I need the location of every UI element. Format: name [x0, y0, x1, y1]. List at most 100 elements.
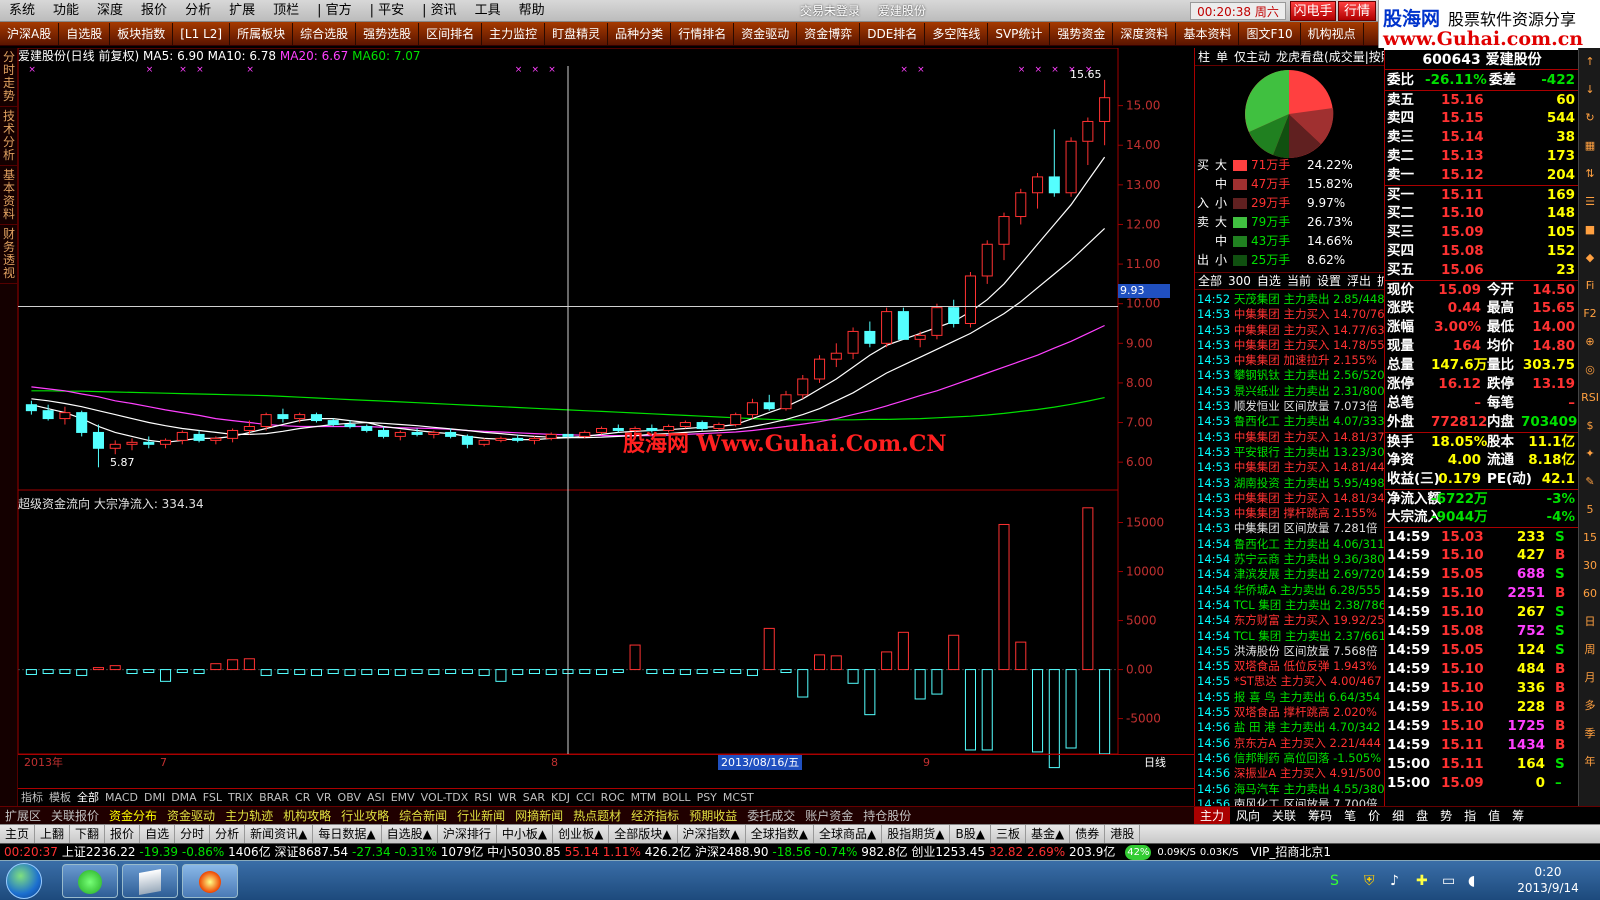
alert-row[interactable]: 14:55 双塔食品 低位反弹 1.943%: [1197, 659, 1385, 674]
flow-bar[interactable]: [193, 669, 205, 674]
menu-item[interactable]: 功能: [44, 0, 88, 22]
indicator-tab[interactable]: CR: [292, 789, 313, 807]
tray-network-icon[interactable]: ▭: [1442, 873, 1455, 889]
panel-tab[interactable]: 主力: [1194, 806, 1231, 825]
tool-icon[interactable]: ■: [1579, 216, 1600, 244]
indicator-tab[interactable]: FSL: [200, 789, 225, 807]
toolbar-button[interactable]: 深度资料: [1113, 22, 1177, 45]
flow-bar[interactable]: [59, 669, 71, 674]
panel-tab[interactable]: 笔: [1338, 807, 1362, 825]
news-filter-tab[interactable]: 全部: [1195, 272, 1225, 290]
status-zx[interactable]: 中小5030.85: [487, 844, 561, 861]
flow-bar[interactable]: [981, 669, 993, 751]
flow-bar[interactable]: [763, 627, 775, 671]
toolbar-button[interactable]: 品种分类: [608, 22, 672, 45]
alert-row[interactable]: 14:55 双塔食品 撑杆跳高 2.020%: [1197, 705, 1385, 720]
nav-tab[interactable]: 中小板▲: [497, 824, 554, 844]
toolbar-button[interactable]: 强势选股: [356, 22, 420, 45]
flow-bar[interactable]: [394, 669, 406, 676]
news-filter-tab[interactable]: 设置: [1314, 272, 1344, 290]
candle-body[interactable]: [310, 414, 322, 422]
status-hs[interactable]: 沪深2488.90: [695, 844, 769, 861]
taskbar-clock[interactable]: 0:20 2013/9/14: [1508, 864, 1588, 896]
flow-bar[interactable]: [126, 669, 138, 674]
candle-body[interactable]: [746, 402, 758, 416]
flow-bar[interactable]: [428, 669, 440, 675]
flow-bar[interactable]: [1032, 669, 1044, 753]
panel-tab[interactable]: 筹码: [1302, 807, 1338, 825]
kline-chart-area[interactable]: 6.00 7.00 8.00 9.00 10.00 11.00 12.00 13.00 14.0…: [18, 48, 1194, 810]
taskbar-app-stock[interactable]: [182, 864, 238, 898]
toolbar-button[interactable]: 强势资金: [1050, 22, 1114, 45]
taskbar-app-ie[interactable]: [62, 864, 118, 898]
candle-body[interactable]: [294, 414, 306, 420]
candle-body[interactable]: [478, 439, 490, 445]
status-cy[interactable]: 创业1253.45: [911, 844, 985, 861]
menu-item[interactable]: 分析: [176, 0, 220, 22]
candle-body[interactable]: [579, 431, 591, 437]
flow-bar[interactable]: [478, 669, 490, 676]
flow-bar[interactable]: [42, 669, 54, 674]
flow-bar[interactable]: [730, 669, 742, 674]
candle-body[interactable]: [830, 352, 842, 360]
tool-icon[interactable]: ✦: [1579, 440, 1600, 468]
alert-row[interactable]: 14:54 苏宁云商 主力卖出 9.36/380: [1197, 552, 1385, 567]
indicator-tab[interactable]: SAR: [520, 789, 548, 807]
indicator-tab[interactable]: KDJ: [548, 789, 573, 807]
toolbar-button[interactable]: 图文F10: [1239, 22, 1301, 45]
function-tab[interactable]: 账户资金: [800, 807, 858, 825]
alert-row[interactable]: 14:53 攀钢钒钛 主力卖出 2.56/520: [1197, 368, 1385, 383]
tool-icon[interactable]: 月: [1579, 664, 1600, 692]
panel-tab[interactable]: 势: [1434, 807, 1458, 825]
flow-bar[interactable]: [1099, 669, 1111, 755]
indicator-tab[interactable]: MCST: [720, 789, 757, 807]
nav-tab[interactable]: 全球商品▲: [814, 824, 883, 844]
candle-body[interactable]: [42, 410, 54, 420]
alert-row[interactable]: 14:55 报 喜 鸟 主力卖出 6.64/354: [1197, 690, 1385, 705]
tool-icon[interactable]: ☰: [1579, 188, 1600, 216]
alert-row[interactable]: 14:53 中集集团 主力买入 14.81/44: [1197, 460, 1385, 475]
function-tab[interactable]: 预期收益: [684, 807, 742, 825]
tool-icon[interactable]: 季: [1579, 720, 1600, 748]
toolbar-button[interactable]: [L1 L2]: [173, 22, 231, 45]
panel-tab[interactable]: 细: [1386, 807, 1410, 825]
tray-volume-icon[interactable]: ◖: [1468, 873, 1475, 889]
candle-body[interactable]: [227, 429, 239, 439]
alert-row[interactable]: 14:54 东方财富 主力买入 19.92/25: [1197, 613, 1385, 628]
tool-icon[interactable]: 年: [1579, 748, 1600, 776]
start-button[interactable]: [6, 863, 42, 899]
alert-row[interactable]: 14:56 深振业A 主力买入 4.91/500: [1197, 766, 1385, 781]
candle-body[interactable]: [92, 431, 104, 449]
candle-body[interactable]: [1048, 176, 1060, 194]
flow-bar[interactable]: [461, 669, 473, 674]
candle-body[interactable]: [730, 414, 742, 426]
flow-bar[interactable]: [1065, 669, 1077, 749]
candle-body[interactable]: [814, 358, 826, 380]
toolbar-button[interactable]: 多空阵线: [925, 22, 989, 45]
nav-tab[interactable]: 全部版块▲: [609, 824, 678, 844]
alert-row[interactable]: 14:54 鲁西化工 主力卖出 4.06/311: [1197, 537, 1385, 552]
indicator-tab[interactable]: 模板: [46, 789, 74, 807]
candle-body[interactable]: [76, 412, 88, 433]
menu-item[interactable]: 工具: [466, 0, 510, 22]
indicator-tab[interactable]: CCI: [573, 789, 598, 807]
flash-trade-button[interactable]: 闪电手: [1290, 1, 1336, 21]
indicator-tab[interactable]: DMI: [141, 789, 168, 807]
alert-row[interactable]: 14:56 京东方A 主力买入 2.21/444: [1197, 736, 1385, 751]
flow-bar[interactable]: [327, 669, 339, 674]
alert-row[interactable]: 14:53 中集集团 主力买入 14.77/63: [1197, 323, 1385, 338]
tool-icon[interactable]: ◎: [1579, 356, 1600, 384]
tool-icon[interactable]: ⇅: [1579, 160, 1600, 188]
flow-bar[interactable]: [579, 669, 591, 674]
panel-tab[interactable]: 指: [1458, 807, 1482, 825]
flow-bar[interactable]: [612, 669, 624, 674]
nav-tab[interactable]: 分时: [175, 824, 211, 844]
flow-bar[interactable]: [25, 669, 37, 675]
alert-row[interactable]: 14:53 湖南投资 主力卖出 5.95/498: [1197, 476, 1385, 491]
candle-body[interactable]: [176, 431, 188, 441]
flow-bar[interactable]: [227, 659, 239, 671]
alert-row[interactable]: 14:53 顺发恒业 区间放量 7.073倍: [1197, 399, 1385, 414]
tray-shield-icon[interactable]: ⛨: [1364, 873, 1375, 889]
menu-item[interactable]: 顶栏: [264, 0, 308, 22]
flow-bar[interactable]: [277, 669, 289, 674]
